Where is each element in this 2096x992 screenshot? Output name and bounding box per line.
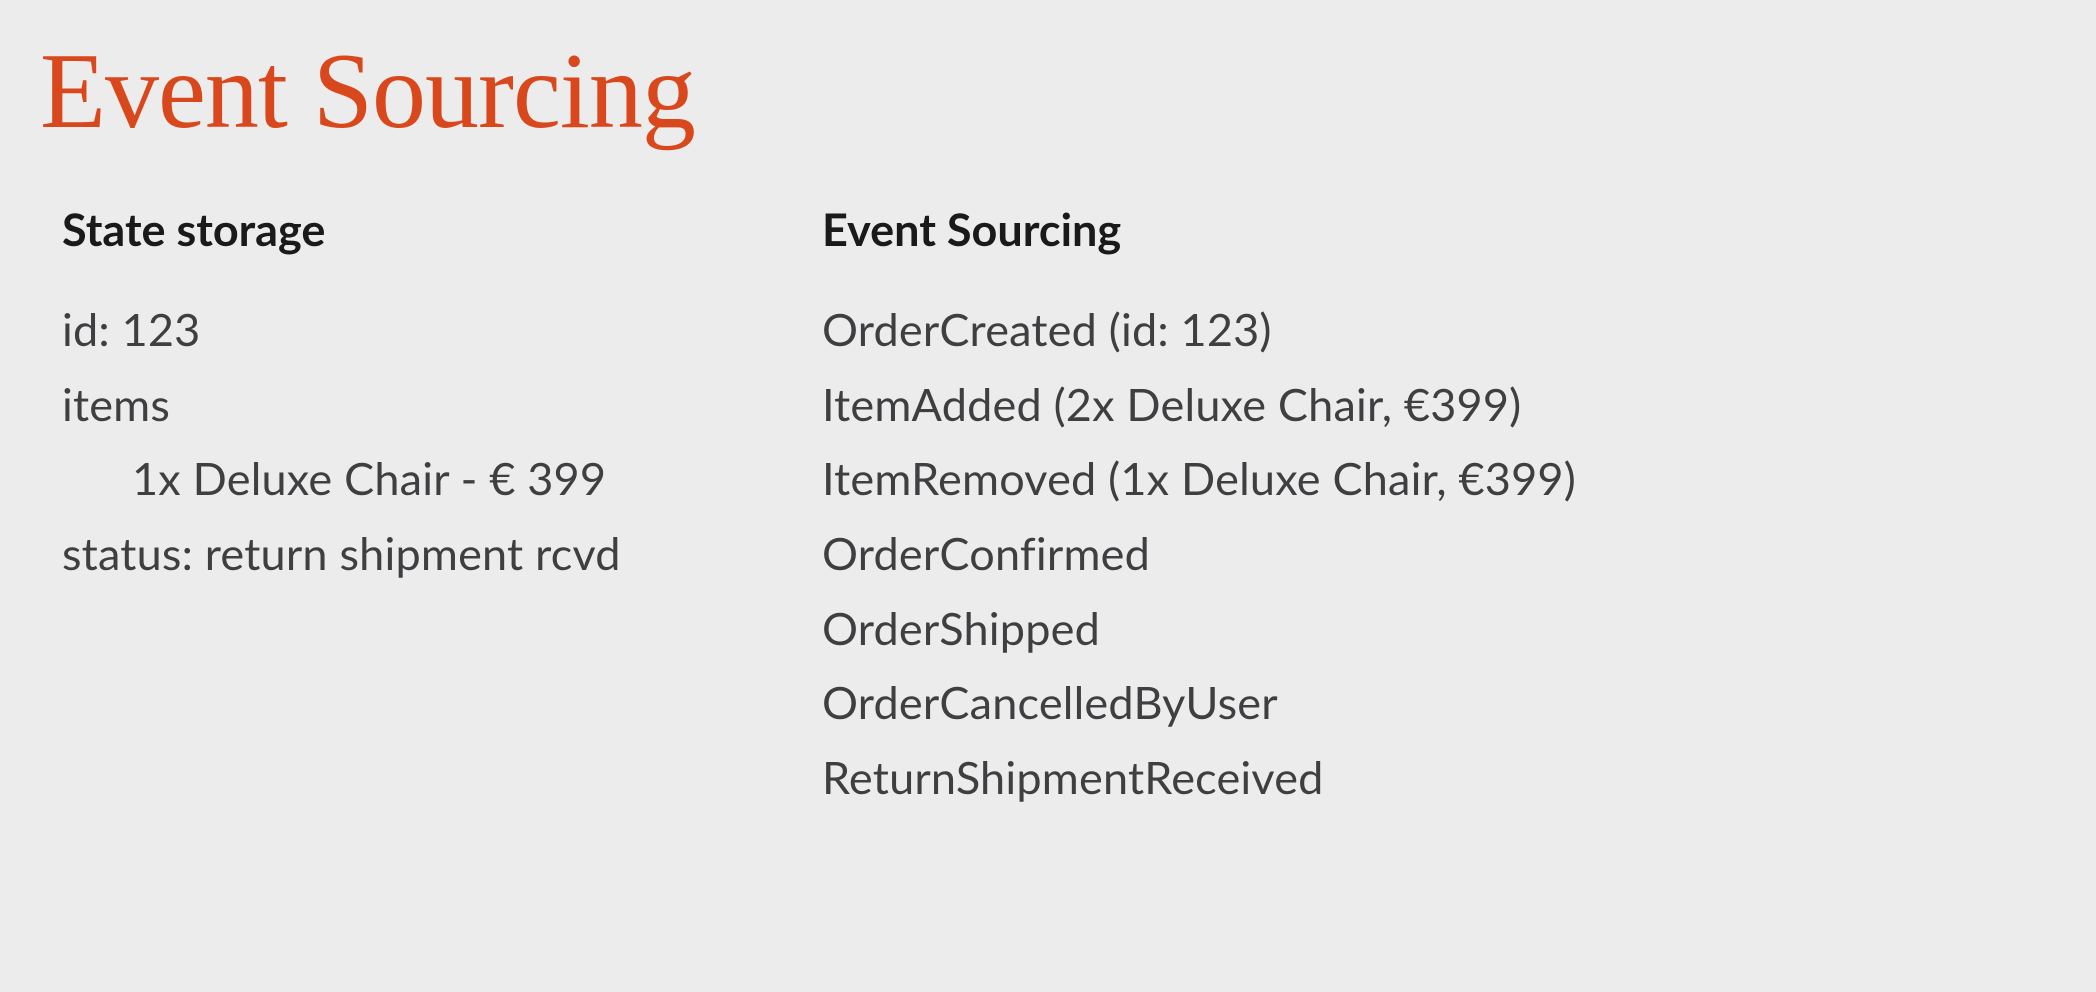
event-line: OrderCreated (id: 123) <box>822 292 1602 367</box>
event-line: ItemRemoved (1x Deluxe Chair, €399) <box>822 441 1602 516</box>
state-storage-heading: State storage <box>62 202 762 256</box>
state-storage-column: State storage id: 123 items 1x Deluxe Ch… <box>62 202 762 815</box>
state-line-status: status: return shipment rcvd <box>62 516 762 591</box>
state-line-item-detail: 1x Deluxe Chair - € 399 <box>62 441 762 516</box>
state-line-id: id: 123 <box>62 292 762 367</box>
event-sourcing-column: Event Sourcing OrderCreated (id: 123) It… <box>822 202 1602 815</box>
event-line: OrderConfirmed <box>822 516 1602 591</box>
content-columns: State storage id: 123 items 1x Deluxe Ch… <box>40 202 2056 815</box>
slide-title: Event Sourcing <box>40 30 2056 154</box>
event-line: OrderCancelledByUser <box>822 665 1602 740</box>
event-line: OrderShipped <box>822 591 1602 666</box>
state-line-items: items <box>62 367 762 442</box>
event-line: ReturnShipmentReceived <box>822 740 1602 815</box>
event-sourcing-heading: Event Sourcing <box>822 202 1602 256</box>
event-line: ItemAdded (2x Deluxe Chair, €399) <box>822 367 1602 442</box>
